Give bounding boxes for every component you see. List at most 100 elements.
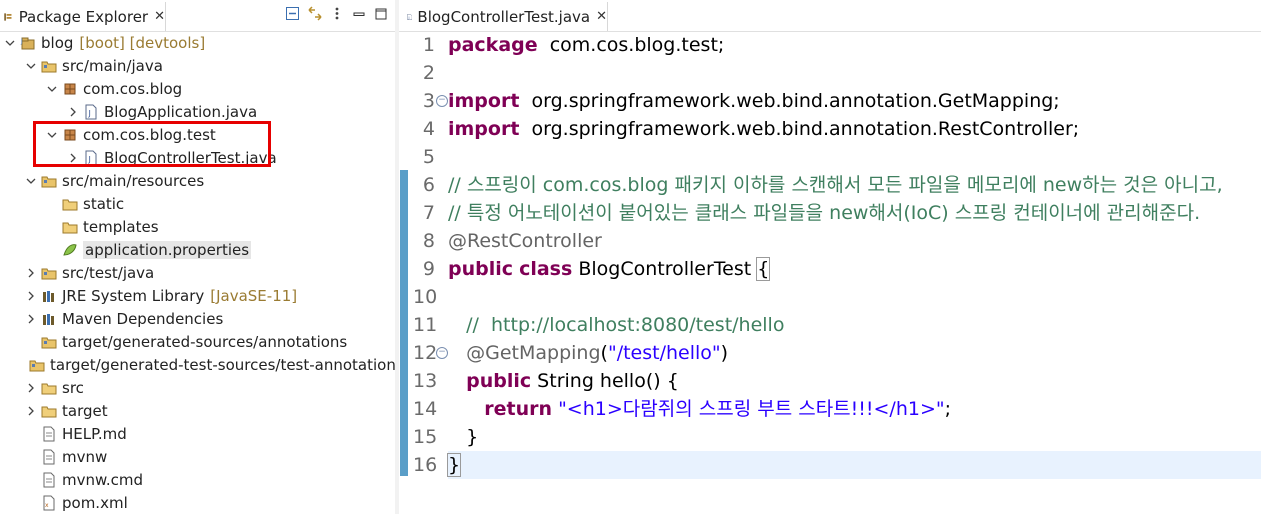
chevron-right-icon[interactable] [25,290,37,302]
source-folder-icon [41,265,57,281]
svg-text:J: J [88,109,91,118]
tab-package-explorer[interactable]: Package Explorer ✕ [0,2,166,31]
project-icon: J [20,35,36,51]
line-number: 4 [422,118,435,140]
maximize-icon[interactable] [372,5,389,22]
code-token: "<h1>다람쥐의 스프링 부트 스타트!!!</h1>" [558,398,945,420]
source-folder-icon [29,357,45,373]
line-number: 10 [413,286,438,308]
folder-icon [41,403,57,419]
collapse-all-icon[interactable] [284,5,301,22]
tree-item[interactable]: templates [0,215,395,238]
code-token: public [448,258,514,280]
tree-item[interactable]: J BlogApplication.java [0,100,395,123]
tree-item[interactable]: JRE System Library [JavaSE-11] [0,284,395,307]
code-token: // 특정 어노테이션이 붙어있는 클래스 파일들을 new해서(IoC) 스프… [448,202,1201,224]
tree-item[interactable]: src/main/java [0,54,395,77]
chevron-down-icon[interactable] [25,60,37,72]
tree-item-label: templates [83,217,159,236]
code-line: // 스프링이 com.cos.blog 패키지 이하를 스캔해서 모든 파일을… [448,171,1223,199]
chevron-down-icon[interactable] [25,175,37,187]
code-line: public String hello() { [448,367,679,395]
tree-item[interactable]: static [0,192,395,215]
view-menu-icon[interactable] [328,5,345,22]
code-token: public [466,370,532,392]
tree-item[interactable]: target/generated-test-sources/test-annot… [0,353,395,376]
chevron-right-icon[interactable] [25,405,37,417]
line-number: 12 [413,342,438,364]
code-token: "/test/hello" [607,342,721,364]
tree-item[interactable]: Maven Dependencies [0,307,395,330]
code-token: return [484,398,553,420]
code-token: com.cos.blog.test; [537,34,725,56]
tree-item-label: src/main/java [62,56,163,75]
code-token: @GetMapping [466,342,601,364]
tree-item[interactable]: application.properties [0,238,395,261]
chevron-right-icon[interactable] [25,313,37,325]
tree-item-label: target [62,401,108,420]
tree-item[interactable]: Jblog [boot] [devtools] [0,31,395,54]
folder-icon [62,196,78,212]
view-toolbar [284,5,389,22]
package-icon [62,81,78,97]
java-file-icon: J [407,13,413,19]
code-line: // http://localhost:8080/test/hello [448,311,784,339]
code-line: public class BlogControllerTest { [448,255,771,283]
chevron-right-icon[interactable] [25,382,37,394]
code-token: package [448,34,538,56]
tree-item-label: target/generated-sources/annotations [62,332,348,351]
close-icon[interactable]: ✕ [596,9,607,24]
line-number: 2 [422,62,435,84]
close-icon[interactable]: ✕ [154,9,165,24]
code-token: ( [600,342,608,364]
text-file-icon [41,449,57,465]
code-token: } [446,453,462,477]
tree-item[interactable]: src [0,376,395,399]
tree-item[interactable]: x pom.xml [0,491,395,514]
tree-item-label: static [83,194,125,213]
tree-item[interactable]: src/main/resources [0,169,395,192]
red-highlight-box [33,121,271,167]
tree-item[interactable]: target [0,399,395,422]
tree-item-decoration: [JavaSE-11] [210,286,298,305]
link-with-editor-icon[interactable] [306,5,323,22]
line-number: 5 [422,146,435,168]
line-number: 11 [413,314,438,336]
package-explorer-tabbar: Package Explorer ✕ [0,0,395,32]
tree-item-label: Maven Dependencies [62,309,224,328]
code-token: // http://localhost:8080/test/hello [466,314,785,336]
tree-item-label: BlogApplication.java [104,102,258,121]
code-line: import org.springframework.web.bind.anno… [448,87,1060,115]
tree-item[interactable]: target/generated-sources/annotations [0,330,395,353]
code-line: import org.springframework.web.bind.anno… [448,115,1079,143]
code-line: return "<h1>다람쥐의 스프링 부트 스타트!!!</h1>"; [448,395,951,423]
code-token: String hello() { [531,370,679,392]
line-number: 3 [422,90,435,112]
minimize-icon[interactable] [350,5,367,22]
tree-item-label: application.properties [83,240,252,259]
fold-collapse-icon[interactable]: − [436,347,448,359]
chevron-right-icon[interactable] [25,267,37,279]
chevron-down-icon[interactable] [46,83,58,95]
tree-item[interactable]: mvnw.cmd [0,468,395,491]
tree-item-label: HELP.md [62,424,127,443]
tree-item-label: JRE System Library [62,286,205,305]
line-number: 7 [422,202,435,224]
tree-item-label: mvnw [62,447,108,466]
line-number: 9 [422,258,435,280]
tab-blogcontrollertest[interactable]: J BlogControllerTest.java ✕ [399,2,608,31]
tree-item[interactable]: src/test/java [0,261,395,284]
code-line: @GetMapping("/test/hello") [448,339,728,367]
tree-item[interactable]: mvnw [0,445,395,468]
library-icon [41,311,57,327]
line-number: 15 [413,426,438,448]
folder-icon [41,380,57,396]
tree-item[interactable]: HELP.md [0,422,395,445]
chevron-down-icon[interactable] [4,37,16,49]
fold-collapse-icon[interactable]: − [436,95,448,107]
code-token: org.springframework.web.bind.annotation.… [519,90,1060,112]
tree-item[interactable]: com.cos.blog [0,77,395,100]
chevron-right-icon[interactable] [67,106,79,118]
